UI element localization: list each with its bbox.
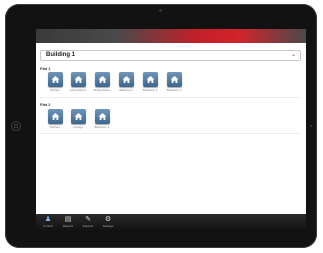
person-icon: ♟ — [44, 216, 52, 223]
tab-settings[interactable]: ⚙ Settings — [101, 216, 115, 228]
tab-support[interactable]: ✎ Support — [81, 216, 95, 228]
building-selector-value: Building 1 — [46, 52, 75, 58]
room-tile[interactable]: Kitchen — [45, 109, 65, 129]
tablet-frame: Building 1 ⌄ Flat 1 Kitchen Living Room … — [5, 4, 317, 248]
home-icon — [166, 72, 182, 87]
home-icon — [94, 72, 110, 87]
home-icon — [70, 109, 86, 124]
room-tile[interactable]: Bedroom 1 — [92, 109, 112, 129]
room-label: Dining Room — [93, 88, 111, 92]
home-icon — [142, 72, 158, 87]
home-icon — [94, 109, 110, 124]
wrench-icon: ✎ — [85, 216, 91, 223]
document-icon: ▤ — [64, 216, 72, 223]
side-sensor — [310, 125, 312, 127]
room-label: Lounge — [72, 125, 83, 129]
room-tile[interactable]: Bedroom 1 — [140, 72, 160, 92]
home-button[interactable] — [11, 121, 21, 131]
room-tile[interactable]: Lounge — [68, 109, 88, 129]
home-icon — [47, 72, 63, 87]
home-icon — [70, 72, 86, 87]
building-selector[interactable]: Building 1 ⌄ — [40, 50, 301, 61]
section-divider — [40, 97, 301, 98]
room-tile[interactable]: Living Room — [68, 72, 88, 92]
chevron-down-icon: ⌄ — [290, 52, 296, 58]
room-label: Bedroom 1 — [94, 125, 110, 129]
tab-reports[interactable]: ▤ Reports — [61, 216, 75, 228]
tab-label: Settings — [102, 224, 114, 228]
room-label: Bedroom 2 — [166, 88, 182, 92]
section-title-flat-2: Flat 2 — [40, 102, 51, 107]
room-label: Living Room — [69, 88, 87, 92]
gear-icon: ⚙ — [104, 216, 112, 223]
app-screen: Building 1 ⌄ Flat 1 Kitchen Living Room … — [36, 29, 306, 232]
tab-label: Control — [43, 224, 53, 228]
tab-label: Reports — [62, 224, 74, 228]
room-label: Bedroom 1 — [142, 88, 158, 92]
camera-dot — [159, 9, 162, 12]
section-divider — [40, 133, 301, 134]
home-icon — [47, 109, 63, 124]
room-tile[interactable]: Kitchen — [45, 72, 65, 92]
top-header-bar — [36, 29, 306, 43]
room-label: Kitchen — [49, 88, 60, 92]
home-icon — [118, 72, 134, 87]
room-tile[interactable]: Bathroom — [116, 72, 136, 92]
tab-control[interactable]: ♟ Control — [41, 216, 55, 228]
room-tile[interactable]: Dining Room — [92, 72, 112, 92]
tab-label: Support — [82, 224, 94, 228]
section-title-flat-1: Flat 1 — [40, 66, 51, 71]
room-tile[interactable]: Bedroom 2 — [164, 72, 184, 92]
room-label: Kitchen — [49, 125, 60, 129]
bottom-tab-bar: ♟ Control ▤ Reports ✎ Support ⚙ Settings — [36, 214, 306, 232]
room-label: Bathroom — [119, 88, 133, 92]
